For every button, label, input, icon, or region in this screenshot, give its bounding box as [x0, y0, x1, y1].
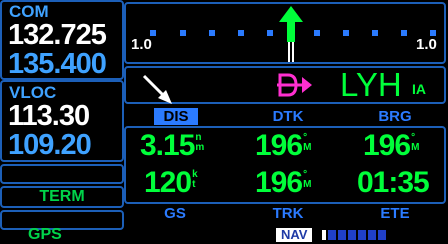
- cdi-dot: [267, 30, 273, 36]
- field-ete-value: 01:35: [357, 166, 430, 199]
- vloc-standby-frequency[interactable]: 109.20: [8, 130, 92, 160]
- nav-page-label: NAV: [276, 228, 313, 242]
- cdi-right-scale: 1.0: [416, 36, 437, 53]
- header-brg: BRG: [378, 108, 412, 125]
- field-dtk-value: 196° M: [255, 129, 312, 162]
- softkey-blank-top[interactable]: [0, 164, 124, 184]
- cdi-dot: [238, 30, 244, 36]
- to-from-triangle-icon: [279, 6, 303, 22]
- header-trk: TRK: [272, 205, 304, 222]
- field-dis-value: 3.15n m: [140, 129, 205, 162]
- gps-mode-label: GPS: [28, 226, 62, 243]
- cdi-needle: [279, 6, 303, 62]
- field-brg-value: 196° M: [363, 129, 420, 162]
- term-label: TERM: [39, 188, 85, 205]
- direct-to-icon: [277, 73, 312, 97]
- cdi-dot: [314, 30, 320, 36]
- cdi-dot: [343, 30, 349, 36]
- header-dis[interactable]: DIS: [154, 108, 198, 125]
- com-standby-frequency[interactable]: 135.400: [8, 49, 107, 79]
- header-gs: GS: [164, 205, 186, 222]
- cdi-left-scale: 1.0: [131, 36, 152, 53]
- cdi-dot: [372, 30, 378, 36]
- com-active-frequency[interactable]: 132.725: [8, 20, 107, 50]
- cdi-dot: [180, 30, 186, 36]
- pointer-arrow-icon: [142, 74, 172, 104]
- waypoint-id: LYH: [340, 66, 402, 103]
- header-dtk: DTK: [272, 108, 304, 125]
- softkey-blank-bottom[interactable]: [0, 210, 124, 230]
- waypoint-state: IA: [412, 81, 426, 97]
- header-ete: ETE: [380, 205, 410, 222]
- page-indicator-bar: [322, 230, 430, 240]
- vloc-active-frequency[interactable]: 113.30: [8, 101, 90, 131]
- cdi-dot: [401, 30, 407, 36]
- field-trk-value: 196° M: [255, 166, 312, 199]
- cdi-dot: [209, 30, 215, 36]
- field-gs-value: 120k t: [144, 166, 198, 199]
